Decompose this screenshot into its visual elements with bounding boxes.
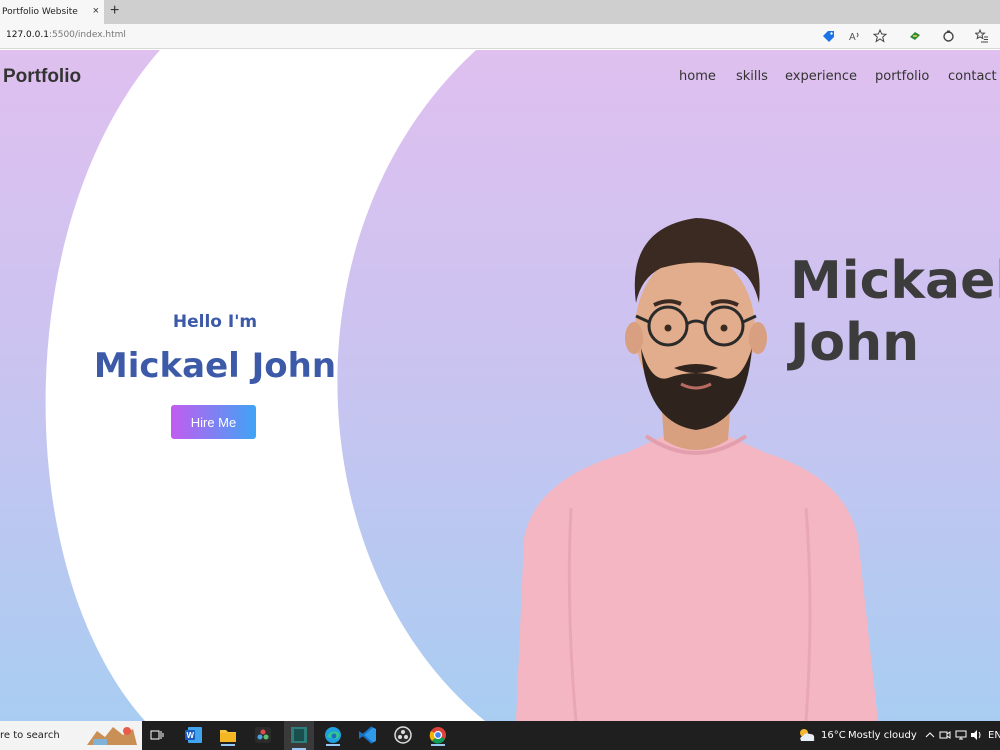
browser-tab-bar: Portfolio Website × + — [0, 0, 1000, 24]
hero-name: Mickael John — [93, 346, 337, 386]
big-name-first: Mickael — [790, 251, 1000, 311]
language-indicator[interactable]: EN — [988, 730, 1000, 741]
puzzle-extensions-icon[interactable] — [940, 28, 956, 44]
favorites-list-icon[interactable] — [974, 28, 990, 44]
windows-taskbar: re to search W 16°C Mostly cloudy EN — [0, 721, 1000, 750]
nav-portfolio[interactable]: portfolio — [875, 69, 929, 84]
new-tab-button[interactable]: + — [110, 2, 119, 20]
chrome-app-icon[interactable] — [427, 724, 449, 746]
nav-experience[interactable]: experience — [785, 69, 857, 84]
file-explorer-icon[interactable] — [217, 724, 239, 746]
active-indicator — [431, 744, 445, 746]
url-path: :5500/index.html — [48, 30, 126, 40]
close-tab-icon[interactable]: × — [93, 4, 99, 18]
active-indicator — [326, 744, 340, 746]
search-placeholder: re to search — [0, 730, 60, 741]
edge-browser-icon[interactable] — [322, 724, 344, 746]
tab-title: Portfolio Website — [2, 7, 78, 17]
nav-skills[interactable]: skills — [736, 69, 768, 84]
url-field[interactable]: 127.0.0.1:5500/index.html — [6, 30, 126, 40]
task-view-icon[interactable] — [146, 724, 168, 746]
hero-greeting: Hello I'm — [172, 312, 258, 332]
vscode-app-icon[interactable] — [357, 724, 379, 746]
nav-contact[interactable]: contact — [948, 69, 997, 84]
hire-me-button[interactable]: Hire Me — [171, 405, 256, 439]
weather-temperature: 16°C — [821, 730, 846, 741]
weather-condition: Mostly cloudy — [848, 730, 917, 741]
url-host: 127.0.0.1 — [6, 30, 49, 40]
read-aloud-icon[interactable]: A — [846, 28, 862, 44]
portfolio-page: Portfolio home skills experience portfol… — [0, 50, 1000, 721]
address-bar: 127.0.0.1:5500/index.html A — [0, 24, 1000, 49]
active-app-slot[interactable] — [284, 721, 314, 750]
svg-text:A: A — [849, 32, 856, 43]
active-indicator — [221, 744, 235, 746]
taskbar-search-box[interactable]: re to search — [0, 721, 142, 750]
hero-big-name: Mickael John — [790, 250, 1000, 374]
weather-cloud-icon[interactable] — [796, 724, 818, 746]
big-name-last: John — [790, 313, 920, 373]
nav-home[interactable]: home — [679, 69, 716, 84]
search-highlight-icon — [83, 723, 139, 748]
extension-icon[interactable] — [907, 28, 923, 44]
obs-app-icon[interactable] — [392, 724, 414, 746]
volume-icon[interactable] — [965, 724, 987, 746]
favorite-star-icon[interactable] — [872, 28, 888, 44]
browser-tab[interactable]: Portfolio Website × — [0, 0, 104, 24]
notebook-app-icon — [288, 724, 310, 746]
word-app-icon[interactable]: W — [183, 724, 205, 746]
site-logo[interactable]: Portfolio — [3, 66, 81, 88]
davinci-app-icon[interactable] — [252, 724, 274, 746]
coupon-tag-icon[interactable] — [820, 28, 836, 44]
svg-text:W: W — [187, 731, 195, 740]
